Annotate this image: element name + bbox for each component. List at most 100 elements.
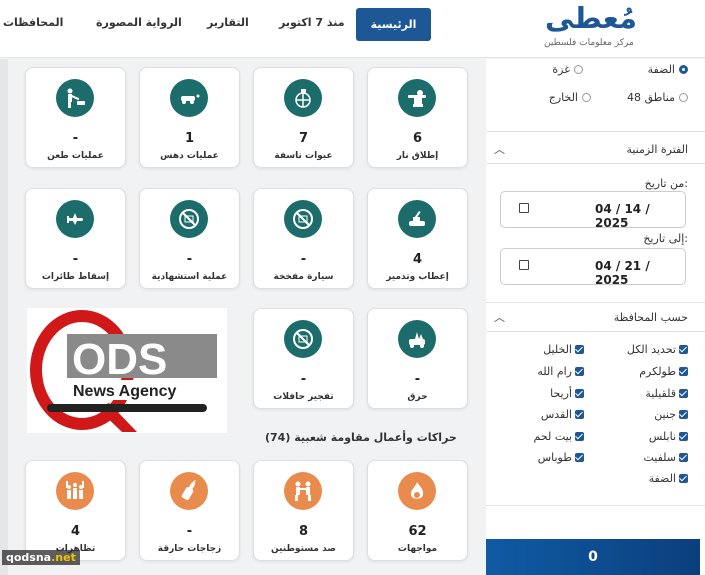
grenade-icon <box>284 79 322 117</box>
plane-icon <box>56 200 94 238</box>
svg-text:News Agency: News Agency <box>73 383 177 400</box>
card-confrontations[interactable]: 62 مواجهات <box>367 460 468 561</box>
governorate-title: حسب المحافظة <box>613 311 688 324</box>
checkbox-jericho[interactable]: أريحا <box>550 387 584 400</box>
qods-logo: ODS News Agency <box>30 310 217 432</box>
card-label: صد مستوطنين <box>271 544 336 554</box>
card-value: - <box>300 372 307 387</box>
svg-text:ODS: ODS <box>72 335 167 384</box>
checkbox-hebron[interactable]: الخليل <box>543 343 584 356</box>
checkbox-label: بيت لحم <box>533 430 572 443</box>
nav-reports[interactable]: التقارير <box>207 16 249 29</box>
calendar-icon <box>519 203 529 213</box>
card-label: حرق <box>407 392 428 402</box>
card-label: عمليات طعن <box>47 151 104 161</box>
prohibited-icon <box>284 200 322 238</box>
checkbox-westbank[interactable]: الضفة <box>649 472 688 485</box>
divider <box>486 163 705 164</box>
checkbox-label: سلفيت <box>643 451 676 464</box>
to-date-input[interactable]: 04 / 21 / 2025 <box>500 248 686 287</box>
popular-resistance-heading: حراكات وأعمال مقاومة شعبية (74) <box>265 431 457 444</box>
checkbox-jenin[interactable]: جنين <box>654 408 688 421</box>
checkbox-select-all[interactable]: تحديد الكل <box>627 343 688 356</box>
card-ramming[interactable]: 1 عمليات دهس <box>139 67 240 168</box>
divider <box>486 331 705 332</box>
card-value: 7 <box>298 131 309 146</box>
card-label: عمليات دهس <box>160 151 219 161</box>
radio-on-icon <box>679 65 688 74</box>
radio-abroad[interactable]: الخارج <box>549 91 591 104</box>
card-repel-settlers[interactable]: 8 صد مستوطنين <box>253 460 354 561</box>
card-label: عملية استشهادية <box>151 272 228 282</box>
checkbox-label: تحديد الكل <box>626 343 676 356</box>
to-date-value: 04 / 21 / 2025 <box>595 259 650 287</box>
checkbox-nablus[interactable]: نابلس <box>649 430 688 443</box>
checkbox-label: قلقيلية <box>645 387 676 400</box>
checkbox-label: طوباس <box>537 451 572 464</box>
checkbox-tulkarm[interactable]: طولكرم <box>639 365 688 378</box>
checkbox-bethlehem[interactable]: بيت لحم <box>534 430 584 443</box>
checkbox-checked-icon <box>575 410 584 419</box>
card-burning[interactable]: - حرق <box>367 308 468 409</box>
card-drone-downing[interactable]: - إسقاط طائرات <box>25 188 126 289</box>
checkbox-label: نابلس <box>648 430 676 443</box>
card-martyrdom-op[interactable]: - عملية استشهادية <box>139 188 240 289</box>
card-molotov[interactable]: - زجاجات حارقة <box>139 460 240 561</box>
checkbox-label: جنين <box>654 408 676 421</box>
car-ramming-icon <box>170 79 208 117</box>
card-value: 6 <box>412 131 423 146</box>
tank-icon <box>398 200 436 238</box>
radio-off-icon <box>574 65 583 74</box>
card-label: إعطاب وتدمير <box>386 272 449 282</box>
radio-gaza[interactable]: غزة <box>552 63 583 76</box>
checkbox-checked-icon <box>575 453 584 462</box>
checkbox-checked-icon <box>679 453 688 462</box>
left-edge-scrollbar <box>0 59 8 575</box>
stabbing-icon <box>56 79 94 117</box>
checkbox-checked-icon <box>679 389 688 398</box>
nav-governorates[interactable]: المحافظات <box>3 16 63 29</box>
qods-news-ad[interactable]: ODS News Agency <box>27 308 227 433</box>
card-car-bomb[interactable]: - سيارة مفخخة <box>253 188 354 289</box>
checkbox-tubas[interactable]: طوباس <box>538 451 584 464</box>
nav-visual-story[interactable]: الرواية المصورة <box>96 16 182 29</box>
card-value: 8 <box>298 524 309 539</box>
card-value: - <box>72 252 79 267</box>
fight-icon <box>284 472 322 510</box>
card-shooting[interactable]: 6 إطلاق نار <box>367 67 468 168</box>
card-label: إسقاط طائرات <box>41 272 110 282</box>
checkbox-checked-icon <box>575 432 584 441</box>
card-bus-bombing[interactable]: - تفجير حافلات <box>253 308 354 409</box>
card-value: - <box>72 131 79 146</box>
shooter-icon <box>398 79 436 117</box>
from-date-input[interactable]: 04 / 14 / 2025 <box>500 191 686 230</box>
nav-home[interactable]: الرئيسية <box>356 8 431 41</box>
radio-westbank[interactable]: الضفة <box>648 63 688 76</box>
from-date-value: 04 / 14 / 2025 <box>595 202 650 230</box>
card-label: إطلاق نار <box>396 151 439 161</box>
logo[interactable]: مُعطى <box>545 1 637 35</box>
prohibited-icon <box>284 320 322 358</box>
card-explosives[interactable]: 7 عبوات ناسفة <box>253 67 354 168</box>
checkbox-salfit[interactable]: سلفيت <box>643 451 688 464</box>
radio-label: الخارج <box>548 91 578 104</box>
checkbox-checked-icon <box>575 367 584 376</box>
radio-48[interactable]: مناطق 48 <box>627 91 688 104</box>
checkbox-label: الضفة <box>648 472 676 485</box>
card-label: عبوات ناسفة <box>274 151 333 161</box>
watermark: qodsna.net <box>2 550 80 565</box>
total-count-bar: 0 <box>486 539 700 575</box>
checkbox-label: أريحا <box>550 387 572 400</box>
nav-since-oct7[interactable]: منذ 7 اكتوبر <box>279 16 345 29</box>
radio-label: غزة <box>552 63 570 76</box>
checkbox-checked-icon <box>679 367 688 376</box>
card-stabbing[interactable]: - عمليات طعن <box>25 67 126 168</box>
checkbox-qalqilya[interactable]: قلقيلية <box>645 387 688 400</box>
card-label: سيارة مفخخة <box>273 272 334 282</box>
radio-off-icon <box>679 93 688 102</box>
from-date-label: من تاريخ: <box>644 177 688 190</box>
card-disabling[interactable]: 4 إعطاب وتدمير <box>367 188 468 289</box>
card-protests[interactable]: 4 تظاهرات <box>25 460 126 561</box>
checkbox-ramallah[interactable]: رام الله <box>537 365 584 378</box>
checkbox-jerusalem[interactable]: القدس <box>541 408 584 421</box>
